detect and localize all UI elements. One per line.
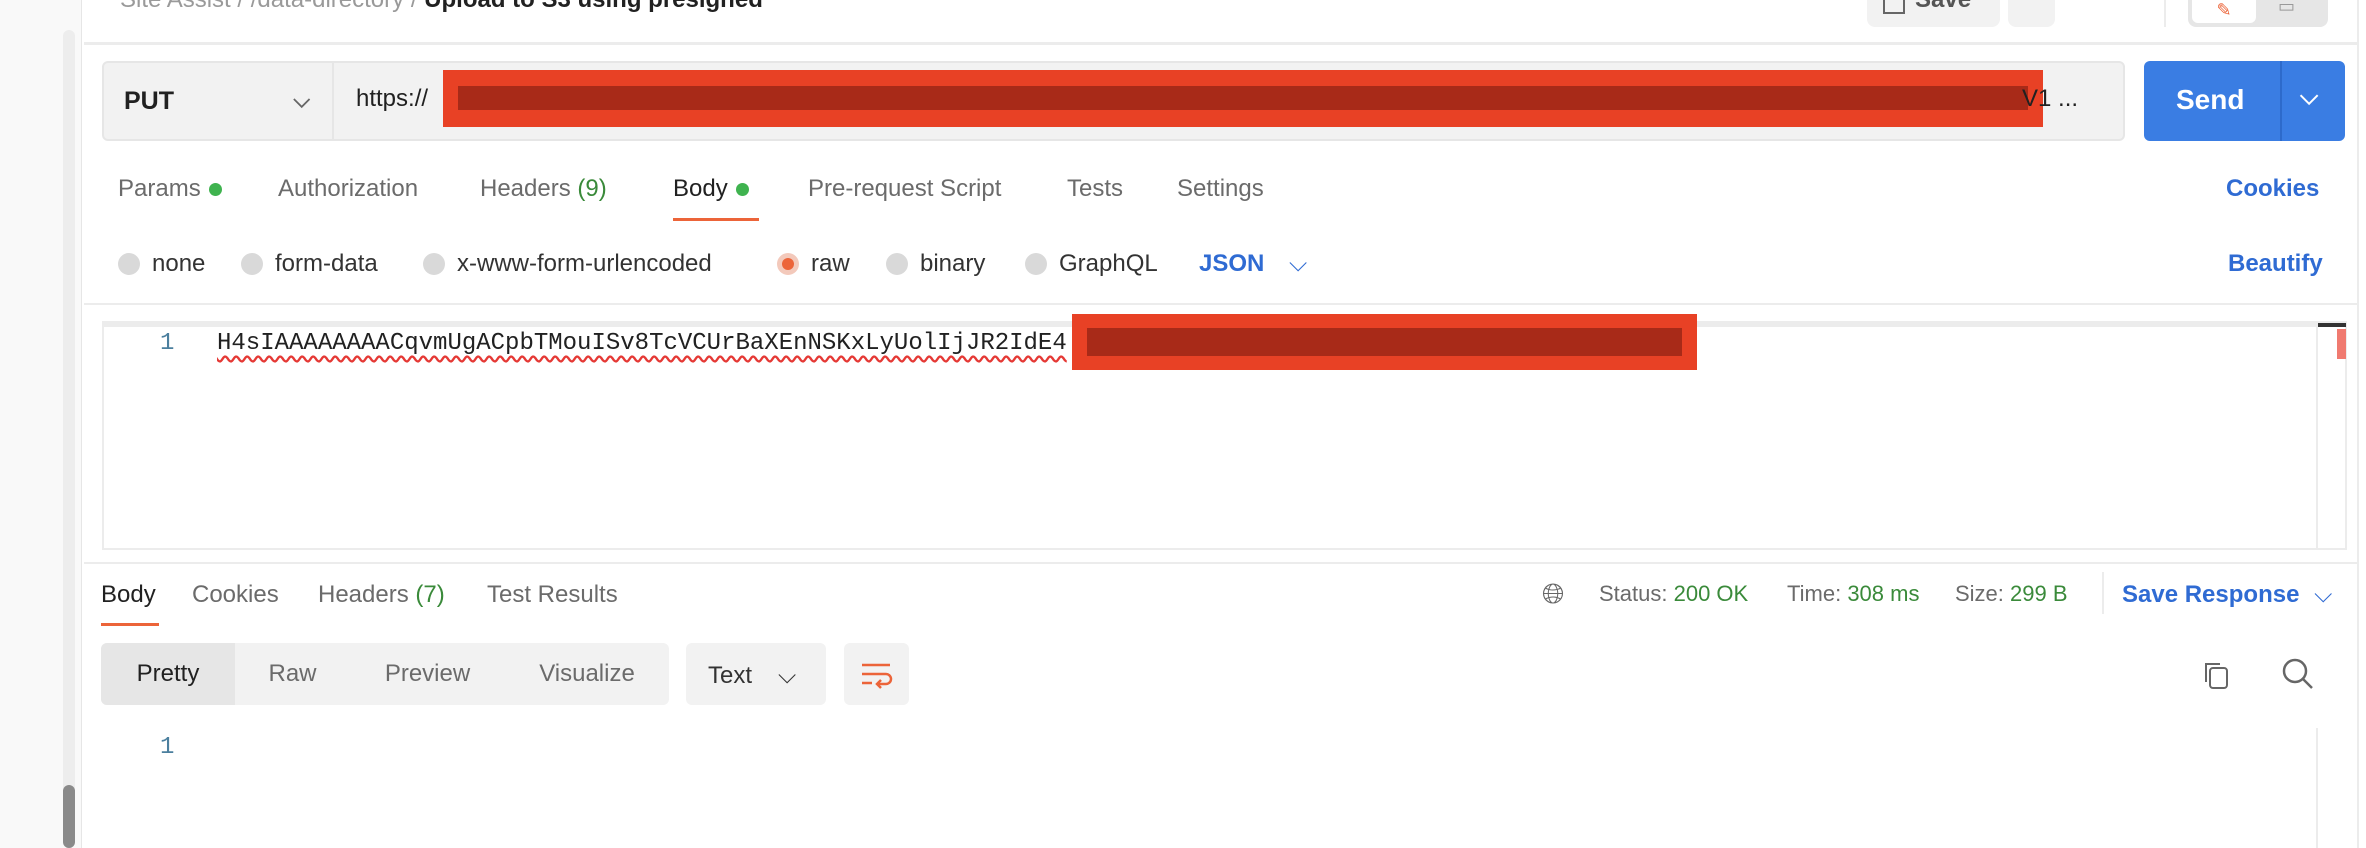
response-tab-body[interactable]: Body xyxy=(101,581,156,609)
divider xyxy=(84,303,2357,305)
active-tab-indicator xyxy=(101,623,159,626)
chevron-down-icon: ⌵ xyxy=(293,87,310,112)
sidebar-scrollbar-thumb[interactable] xyxy=(63,785,75,848)
divider xyxy=(84,562,2357,564)
response-tab-test-results[interactable]: Test Results xyxy=(487,581,618,609)
url-input-tail[interactable]: V1 ... xyxy=(2022,85,2078,113)
cookies-link[interactable]: Cookies xyxy=(2226,175,2319,203)
chevron-down-icon: ⌵ xyxy=(2314,581,2333,608)
chevron-down-icon[interactable]: ⌵ xyxy=(2300,83,2318,111)
wrap-lines-button[interactable] xyxy=(844,643,909,705)
line-number: 1 xyxy=(160,734,175,761)
save-options-button[interactable] xyxy=(2008,0,2055,27)
save-response-button[interactable]: Save Response ⌵ xyxy=(2122,581,2332,609)
radio-none[interactable]: none xyxy=(118,250,205,278)
view-raw[interactable]: Raw xyxy=(235,643,350,705)
size[interactable]: Size: 299 B xyxy=(1955,581,2068,607)
redaction xyxy=(443,70,2043,127)
format-select[interactable]: JSON ⌵ xyxy=(1199,250,1307,278)
globe-lock-icon[interactable]: 🌐︎ xyxy=(1542,578,1564,611)
beautify-link[interactable]: Beautify xyxy=(2228,250,2323,278)
tab-settings[interactable]: Settings xyxy=(1177,175,1264,203)
method-select[interactable]: PUT ⌵ xyxy=(102,61,334,141)
radio-form-data[interactable]: form-data xyxy=(241,250,378,278)
radio-raw[interactable]: raw xyxy=(777,250,850,278)
tab-headers[interactable]: Headers (9) xyxy=(480,175,607,203)
view-visualize[interactable]: Visualize xyxy=(505,643,669,705)
save-button[interactable]: Save xyxy=(1867,0,2000,27)
radio-graphql[interactable]: GraphQL xyxy=(1025,250,1158,278)
editor-scrollbar[interactable] xyxy=(2316,323,2347,550)
sidebar-scrollbar[interactable] xyxy=(63,30,75,848)
response-format-select[interactable]: Text ⌵ xyxy=(686,643,826,705)
comment-icon[interactable]: ▭ xyxy=(2278,0,2295,17)
time[interactable]: Time: 308 ms xyxy=(1787,581,1919,607)
chevron-down-icon: ⌵ xyxy=(1289,250,1308,277)
divider xyxy=(2164,0,2166,27)
tab-params[interactable]: Params xyxy=(118,175,222,203)
active-tab-indicator xyxy=(673,218,759,221)
search-icon[interactable] xyxy=(2280,656,2316,692)
tab-tests[interactable]: Tests xyxy=(1067,175,1123,203)
url-input[interactable]: https:// xyxy=(356,85,428,113)
view-toggle[interactable]: ✎ ▭ xyxy=(2188,0,2328,27)
wrap-icon xyxy=(862,663,893,689)
redaction xyxy=(1072,314,1697,370)
status-dot xyxy=(208,183,222,197)
request-name[interactable]: Upload to S3 using presigned xyxy=(424,0,763,13)
response-tab-cookies[interactable]: Cookies xyxy=(192,581,279,609)
breadcrumb-item[interactable]: /data-directory xyxy=(251,0,404,13)
radio-urlencoded[interactable]: x-www-form-urlencoded xyxy=(423,250,712,278)
view-preview[interactable]: Preview xyxy=(350,643,505,705)
tab-authorization[interactable]: Authorization xyxy=(278,175,418,203)
response-scrollbar[interactable] xyxy=(2316,728,2318,848)
send-button[interactable]: Send ⌵ xyxy=(2144,61,2345,141)
status: Status: 200 OK xyxy=(1599,581,1749,606)
body-code[interactable]: H4sIAAAAAAAACqvmUgACpbTMouISv8TcVCUrBaXE… xyxy=(217,330,1067,357)
view-pretty[interactable]: Pretty xyxy=(101,643,235,705)
status-dot xyxy=(735,183,749,197)
divider xyxy=(2357,0,2359,848)
response-tab-headers[interactable]: Headers (7) xyxy=(318,581,445,609)
line-number: 1 xyxy=(160,330,175,357)
breadcrumb-item[interactable]: Site Assist xyxy=(120,0,231,13)
edit-icon[interactable]: ✎ xyxy=(2192,0,2256,23)
divider xyxy=(84,42,2359,45)
breadcrumb: Site Assist / /data-directory / Upload t… xyxy=(120,0,763,14)
copy-icon[interactable] xyxy=(2200,658,2234,692)
chevron-down-icon: ⌵ xyxy=(778,662,797,689)
tab-body[interactable]: Body xyxy=(673,175,749,203)
tab-pre-request-script[interactable]: Pre-request Script xyxy=(808,175,1001,203)
save-icon xyxy=(1883,0,1905,14)
radio-binary[interactable]: binary xyxy=(886,250,985,278)
divider xyxy=(2102,572,2104,614)
